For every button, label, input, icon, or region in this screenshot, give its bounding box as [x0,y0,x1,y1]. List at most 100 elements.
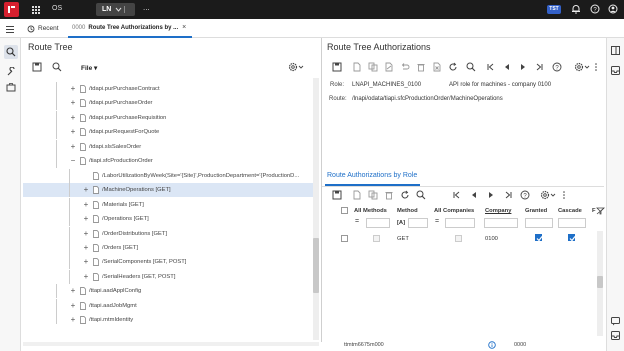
tree-scrollbar[interactable] [313,78,319,340]
all-methods-checkbox[interactable] [373,235,380,242]
expand-icon[interactable]: + [70,99,76,107]
grid-refresh-button[interactable] [400,190,411,201]
filter-cascade[interactable] [558,218,586,228]
help-button[interactable]: ? [552,62,563,73]
collapse-icon[interactable]: − [70,157,76,165]
search-button[interactable] [52,62,63,73]
infor-logo[interactable] [4,2,19,17]
tree-item[interactable]: − /tiapi.sfcProductionOrder [23,154,313,169]
expand-icon[interactable]: + [83,215,89,223]
tree-item[interactable]: + /tdapi.purPurchaseContract [23,82,313,96]
more-apps-button[interactable]: ... [143,3,150,12]
tree-item[interactable]: + /ttapi.aadApplConfig [23,284,313,299]
grid-scroll-thumb[interactable] [597,276,603,288]
filter-method[interactable] [408,218,428,228]
inbox-icon[interactable] [611,331,620,340]
clear-filter-icon[interactable] [596,207,605,215]
tree-hscrollbar[interactable] [23,342,319,346]
col-all-companies[interactable]: All Companies [434,208,474,214]
filter-granted[interactable] [525,218,553,228]
find-button[interactable] [466,62,477,73]
expand-icon[interactable]: + [83,200,89,209]
info-icon[interactable] [488,341,496,349]
col-cascade[interactable]: Cascade [558,208,582,214]
settings-menu-button[interactable] [288,62,306,73]
grid-settings-button[interactable] [540,190,558,201]
col-all-methods[interactable]: All Methods [354,208,387,214]
expand-icon[interactable]: + [70,316,76,324]
tree-item[interactable]: + /MachineOperations [GET] [23,183,313,198]
grid-more-button[interactable] [562,190,573,201]
col-granted[interactable]: Granted [525,208,547,214]
tree-item[interactable]: + /OrderDistributions [GET] [23,226,313,241]
tree-item[interactable]: /LaborUtilizationByWeek(Site='{Site}',Pr… [23,168,313,183]
app-launcher-icon[interactable] [32,6,40,14]
next-record-button[interactable] [518,62,529,73]
filter-method-hint[interactable]: [A] [397,220,405,226]
menu-icon[interactable] [6,26,14,35]
filter-all-companies[interactable] [445,218,475,228]
tree-item[interactable]: + /tdapi.purRequestForQuote [23,125,313,140]
tree-item[interactable]: + /tdapi.purPurchaseRequisition [23,110,313,125]
grid-search-button[interactable] [416,190,427,201]
tree-item[interactable]: + /SerialHeaders [GET, POST] [23,269,313,284]
tree-item[interactable]: + /Materials [GET] [23,197,313,212]
close-icon[interactable]: × [182,24,186,31]
last-record-button[interactable] [534,62,545,73]
select-all-checkbox[interactable] [341,207,348,214]
row-method[interactable]: GET [397,236,409,242]
expand-icon[interactable]: + [83,258,89,266]
inbox-icon[interactable] [611,66,620,75]
edit-button[interactable] [384,62,395,73]
col-f[interactable]: F [592,208,596,214]
tab-route-tree-authorizations[interactable]: 0000 Route Tree Authorizations by ... × [68,19,192,38]
delete-button[interactable] [416,62,427,73]
undo-button[interactable] [400,62,411,73]
tree-item[interactable]: + /SerialComponents [GET, POST] [23,255,313,270]
grid-delete-button[interactable] [384,190,395,201]
filter-all-methods[interactable] [366,218,390,228]
refresh-button[interactable] [448,62,459,73]
settings-menu-button[interactable] [574,62,592,73]
grid-help-button[interactable]: ? [520,190,531,201]
col-company[interactable]: Company [485,208,511,214]
expand-icon[interactable]: + [83,186,89,194]
help-icon[interactable]: ? [590,4,600,14]
tree-item[interactable]: + /ttapi.mtmIdentity [23,313,313,324]
user-icon[interactable] [608,4,618,14]
new-button[interactable] [352,62,363,73]
role-value[interactable]: LNAPI_MACHINES_0100 [352,82,421,88]
grid-previous-button[interactable] [469,190,480,201]
tab-route-authorizations-by-role[interactable]: Route Authorizations by Role [327,172,417,179]
expand-icon[interactable]: + [70,301,76,310]
grid-first-button[interactable] [452,190,463,201]
delete-all-button[interactable] [432,62,443,73]
file-menu[interactable]: File ▾ [81,64,97,72]
expand-icon[interactable]: + [70,85,76,93]
grid-scrollbar[interactable] [597,231,603,336]
grid-save-button[interactable] [332,190,343,201]
tools-rail-button[interactable] [4,65,18,79]
filter-company[interactable] [484,218,518,228]
expand-icon[interactable]: + [70,113,76,122]
cascade-checkbox[interactable] [568,234,576,242]
expand-icon[interactable]: + [70,287,76,295]
tree-item[interactable]: + /ttapi.aadJobMgmt [23,298,313,313]
grid-last-button[interactable] [503,190,514,201]
expand-icon[interactable]: + [70,128,76,136]
tree-item[interactable]: + /tdapi.purPurchaseOrder [23,96,313,111]
copy-button[interactable] [368,62,379,73]
expand-icon[interactable]: + [70,142,76,151]
more-actions-button[interactable] [594,62,605,73]
tree-item[interactable]: + /Orders [GET] [23,240,313,255]
filter-operator[interactable]: = [435,218,439,225]
tree-item[interactable]: + /tdapi.slsSalesOrder [23,139,313,154]
briefcase-rail-button[interactable] [4,80,18,94]
chat-icon[interactable] [611,317,620,326]
search-rail-button[interactable] [4,45,18,59]
previous-record-button[interactable] [502,62,513,73]
os-label[interactable]: OS [52,5,62,12]
expand-icon[interactable]: + [83,272,89,281]
ln-app-tab[interactable]: LN [96,3,135,16]
expand-icon[interactable]: + [83,229,89,238]
